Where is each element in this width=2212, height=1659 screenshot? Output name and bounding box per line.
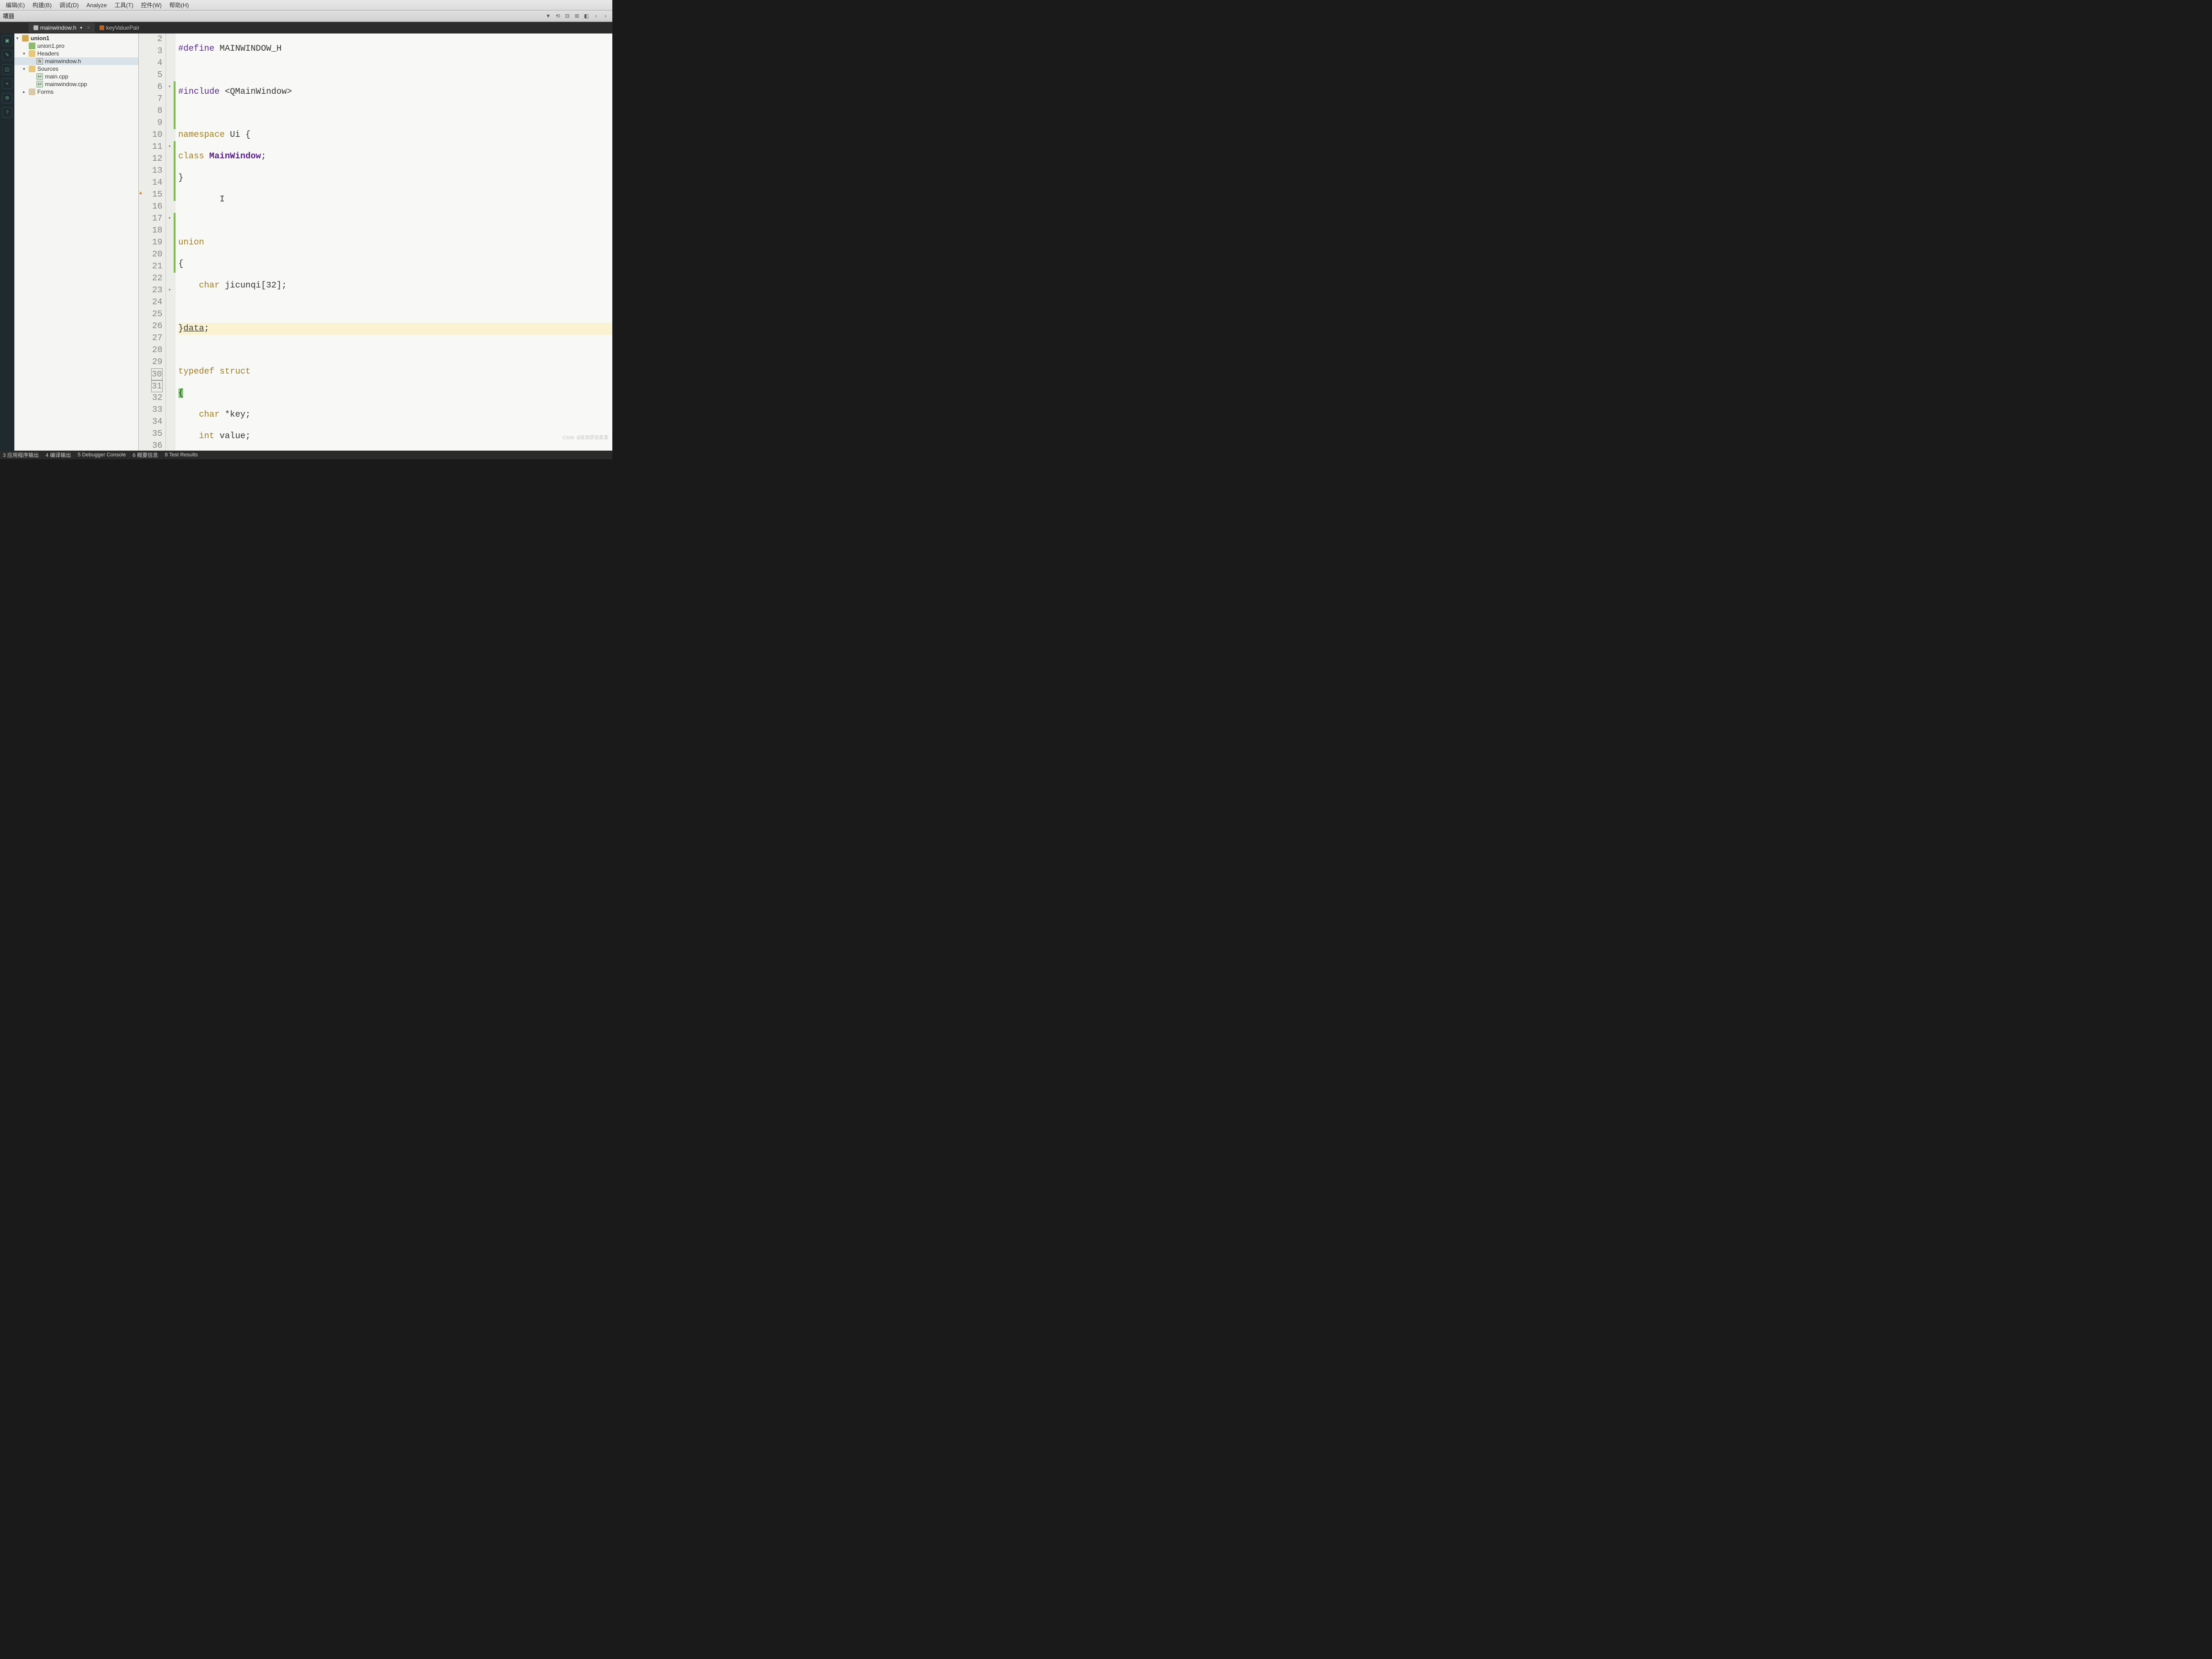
menu-build[interactable]: 构建(B) [29, 1, 55, 9]
cpp-file-icon: c+ [36, 73, 43, 80]
fold-gutter: ▾▾▾▾ [166, 33, 174, 451]
tree-pro-label: union1.pro [37, 43, 65, 49]
project-icon [22, 35, 29, 42]
debug-mode-icon[interactable]: ⌖ [2, 78, 12, 89]
output-tab-3[interactable]: 3 应用程序输出 [3, 451, 39, 459]
nav-fwd-icon[interactable]: › [602, 12, 609, 20]
sources-folder-icon [29, 66, 35, 72]
output-tab-4[interactable]: 4 编译输出 [45, 451, 71, 459]
help-mode-icon[interactable]: ? [2, 107, 12, 118]
tree-mainwindow-cpp-label: mainwindow.cpp [45, 81, 87, 88]
editor-tab-bar: mainwindow.h ▾ × keyValuePair [0, 22, 612, 33]
tree-project-root[interactable]: ▾ union1 [14, 34, 138, 42]
h-file-icon [33, 25, 38, 30]
tree-main-cpp[interactable]: c+ main.cpp [14, 73, 138, 80]
tab-label: mainwindow.h [40, 24, 76, 31]
menu-edit[interactable]: 编辑(E) [2, 1, 29, 9]
collapse-icon[interactable]: ⊟ [564, 12, 571, 20]
design-mode-icon[interactable]: ◫ [2, 64, 12, 75]
project-pane-title: 项目 [3, 12, 14, 20]
output-pane-bar: 3 应用程序输出 4 编译输出 5 Debugger Console 6 概要信… [0, 451, 612, 459]
tree-main-cpp-label: main.cpp [45, 73, 68, 80]
welcome-mode-icon[interactable]: ▣ [2, 35, 12, 46]
output-tab-6[interactable]: 6 概要信息 [133, 451, 158, 459]
menu-help[interactable]: 帮助(H) [166, 1, 193, 9]
chevron-right-icon[interactable]: ▸ [23, 89, 29, 95]
tab-dropdown-icon[interactable]: ▾ [80, 25, 82, 31]
nav-back-icon[interactable]: ‹ [592, 12, 600, 20]
mode-strip: ▣ ✎ ◫ ⌖ ⚙ ? [0, 33, 14, 451]
tree-pro-file[interactable]: union1.pro [14, 42, 138, 50]
expand-icon[interactable]: ⊞ [573, 12, 581, 20]
menu-widgets[interactable]: 控件(W) [137, 1, 166, 9]
line-number-gutter: 2345678910111213141516171819202122232425… [145, 33, 166, 451]
close-icon[interactable]: × [87, 25, 90, 31]
tab-symbol[interactable]: keyValuePair [95, 23, 144, 33]
cpp-file-icon: c+ [36, 81, 43, 88]
code-content[interactable]: #define MAINWINDOW_H #include <QMainWind… [176, 33, 612, 451]
forms-folder-icon [29, 88, 35, 95]
headers-folder-icon [29, 50, 35, 57]
tree-sources-folder[interactable]: ▾ Sources [14, 65, 138, 73]
chevron-down-icon[interactable]: ▾ [16, 36, 22, 41]
marker-gutter [139, 33, 145, 451]
menu-debug[interactable]: 调试(D) [55, 1, 83, 9]
tree-mainwindow-cpp[interactable]: c+ mainwindow.cpp [14, 80, 138, 88]
filter-icon[interactable]: ▼ [544, 12, 552, 20]
tree-forms-label: Forms [37, 88, 54, 95]
tree-headers-label: Headers [37, 50, 59, 57]
menu-bar: 编辑(E) 构建(B) 调试(D) Analyze 工具(T) 控件(W) 帮助… [0, 0, 612, 11]
sync-icon[interactable]: ⟲ [554, 12, 562, 20]
tree-mainwindow-h[interactable]: h mainwindow.h [14, 57, 138, 65]
tab-mainwindow-h[interactable]: mainwindow.h ▾ × [29, 23, 95, 33]
project-tree: ▾ union1 union1.pro ▾ Headers h mainwind… [14, 33, 139, 451]
chevron-down-icon[interactable]: ▾ [23, 66, 29, 72]
tree-root-label: union1 [31, 35, 49, 42]
split-icon[interactable]: ◧ [583, 12, 590, 20]
pro-file-icon [29, 43, 35, 49]
projects-mode-icon[interactable]: ⚙ [2, 93, 12, 103]
output-tab-5[interactable]: 5 Debugger Console [77, 452, 126, 458]
chevron-down-icon[interactable]: ▾ [23, 51, 29, 56]
tree-headers-folder[interactable]: ▾ Headers [14, 50, 138, 57]
tab-symbol-label: keyValuePair [106, 24, 140, 31]
menu-analyze[interactable]: Analyze [83, 2, 111, 9]
menu-tools[interactable]: 工具(T) [111, 1, 137, 9]
tree-forms-folder[interactable]: ▸ Forms [14, 88, 138, 96]
code-editor[interactable]: 2345678910111213141516171819202122232425… [139, 33, 612, 451]
tree-header-file-label: mainwindow.h [45, 58, 81, 65]
output-tab-8[interactable]: 8 Test Results [165, 452, 198, 458]
symbol-icon [100, 25, 104, 30]
tree-sources-label: Sources [37, 66, 58, 72]
h-file-icon: h [36, 58, 43, 65]
watermark: CSDN @浪浪舒适真爱 [563, 433, 608, 441]
edit-mode-icon[interactable]: ✎ [2, 50, 12, 60]
project-toolbar: 项目 ▼ ⟲ ⊟ ⊞ ◧ ‹ › [0, 11, 612, 22]
